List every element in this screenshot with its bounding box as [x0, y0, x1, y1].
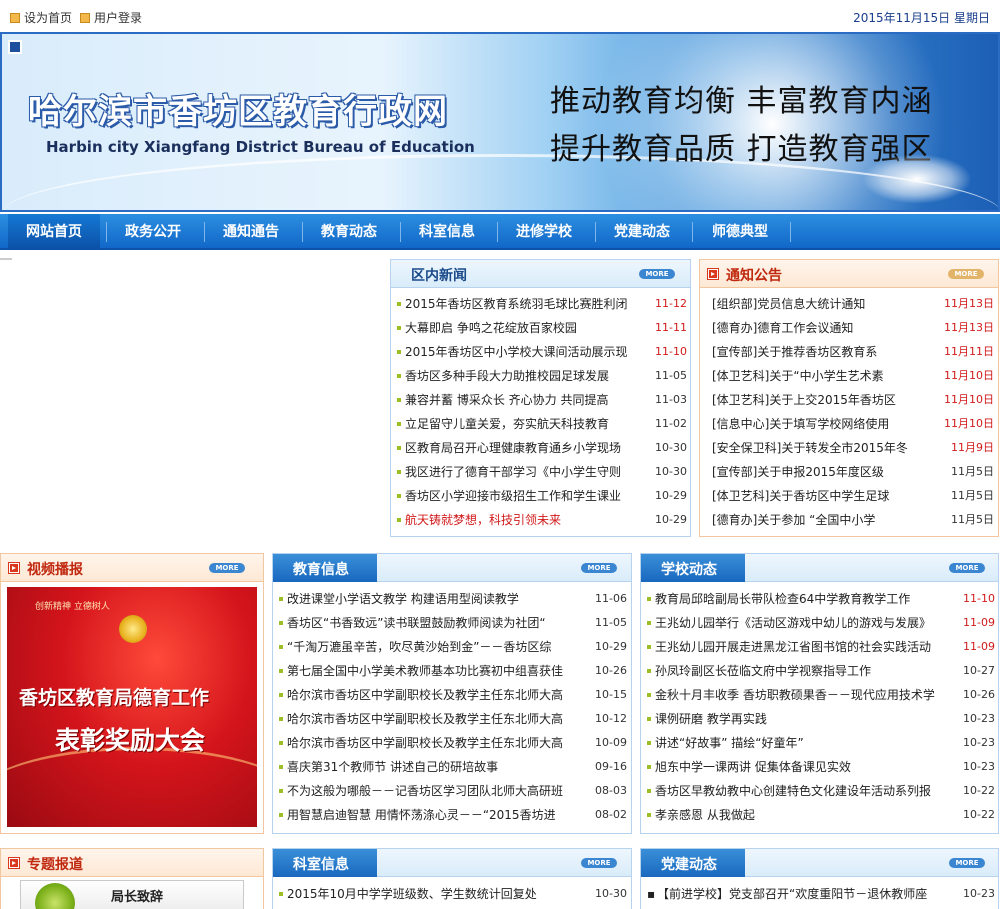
list-item[interactable]: 课例研磨 教学再实践 10-23 — [641, 707, 998, 731]
top-bar: 设为首页 用户登录 2015年11月15日 星期日 — [0, 0, 1000, 32]
list-item[interactable]: [组织部]党员信息大统计通知 11月13日 — [700, 292, 998, 316]
office-info-title: 科室信息 — [293, 857, 349, 873]
user-icon — [80, 13, 90, 23]
current-date: 2015年11月15日 星期日 — [853, 11, 990, 25]
list-item[interactable]: 哈尔滨市香坊区中学副职校长及教学主任东北师大高 10-15 — [273, 683, 631, 707]
list-item[interactable]: 王兆幼儿园开展走进黑龙江省图书馆的社会实践活动 11-09 — [641, 635, 998, 659]
list-item[interactable]: 立足留守儿童关爱，夯实航天科技教育 11-02 — [391, 412, 690, 436]
list-item[interactable]: 王兆幼儿园举行《活动区游戏中幼儿的游戏与发展》 11-09 — [641, 611, 998, 635]
list-item[interactable]: 第七届全国中小学美术教师基本功比赛初中组喜获佳 10-26 — [273, 659, 631, 683]
nav-home[interactable]: 网站首页 — [8, 214, 100, 250]
party-news-more-button[interactable]: MORE — [949, 858, 985, 868]
nav-training-school[interactable]: 进修学校 — [499, 214, 589, 250]
list-item[interactable]: 教育局邱晗副局长带队检查64中学教育教学工作 11-10 — [641, 587, 998, 611]
school-news-title: 学校动态 — [661, 562, 717, 578]
medal-icon — [119, 615, 147, 643]
notice-title: 通知公告 — [726, 268, 782, 284]
office-info-panel: 科室信息 MORE 2015年10月中学学班级数、学生数统计回复处 10-30 — [272, 848, 632, 909]
notice-more-button[interactable]: MORE — [948, 269, 984, 279]
nav-teacher-ethics[interactable]: 师德典型 — [694, 214, 786, 250]
list-item[interactable]: 孙凤玲副区长莅临文府中学视察指导工作 10-27 — [641, 659, 998, 683]
party-news-title: 党建动态 — [661, 857, 717, 873]
education-info-panel: 教育信息 MORE 改进课堂小学语文教学 构建语用型阅读教学 11-06 香坊区“… — [272, 553, 632, 834]
district-news-panel: 区内新闻 MORE 2015年香坊区教育系统羽毛球比赛胜利闭 11-12 大幕即启… — [390, 259, 691, 537]
notice-panel: 通知公告 MORE [组织部]党员信息大统计通知 11月13日 [德育办]德育工作… — [699, 259, 999, 537]
special-report-title: 专题报道 — [27, 857, 83, 873]
list-item[interactable]: ▪ 【前进学校】党支部召开“欢度重阳节－退休教师座 10-23 — [641, 882, 998, 906]
video-thumbnail[interactable]: 创新精神 立德树人 香坊区教育局德育工作 表彰奖励大会 — [7, 587, 257, 827]
office-info-more-button[interactable]: MORE — [581, 858, 617, 868]
list-item[interactable]: 用智慧启迪智慧 用情怀荡涤心灵－－“2015香坊进 08-02 — [273, 803, 631, 827]
list-item[interactable]: 哈尔滨市香坊区中学副职校长及教学主任东北师大高 10-09 — [273, 731, 631, 755]
site-banner: 哈尔滨市香坊区教育行政网 Harbin city Xiangfang Distr… — [0, 32, 1000, 212]
list-item[interactable]: [体卫艺科]关于上交2015年香坊区 11月10日 — [700, 388, 998, 412]
list-item[interactable]: 香坊区早教幼教中心创建特色文化建设年活动系列报 10-22 — [641, 779, 998, 803]
list-item[interactable]: [宣传部]关于申报2015年度区级 11月5日 — [700, 460, 998, 484]
user-login-link[interactable]: 用户登录 — [80, 9, 142, 26]
list-item[interactable]: [德育办]关于参加 “全国中小学 11月5日 — [700, 508, 998, 532]
list-item[interactable]: 区教育局召开心理健康教育通乡小学现场 10-30 — [391, 436, 690, 460]
list-item[interactable]: “千淘万漉虽辛苦，吹尽黄沙始到金”－－香坊区综 10-29 — [273, 635, 631, 659]
list-item[interactable]: 香坊区“书香致远”读书联盟鼓励教师阅读为社团“ 11-05 — [273, 611, 631, 635]
home-icon — [10, 13, 20, 23]
video-title: 视频播报 — [27, 562, 83, 578]
list-item[interactable]: [安全保卫科]关于转发全市2015年冬 11月9日 — [700, 436, 998, 460]
site-title: 哈尔滨市香坊区教育行政网 — [28, 92, 448, 132]
district-news-more-button[interactable]: MORE — [639, 269, 675, 279]
list-item[interactable]: 香坊区多种手段大力助推校园足球发展 11-05 — [391, 364, 690, 388]
school-news-panel: 学校动态 MORE 教育局邱晗副局长带队检查64中学教育教学工作 11-10 王兆… — [640, 553, 999, 834]
list-item[interactable]: [信息中心]关于填写学校网络使用 11月10日 — [700, 412, 998, 436]
list-item[interactable]: 喜庆第31个教师节 讲述自己的研培故事 09-16 — [273, 755, 631, 779]
district-news-title: 区内新闻 — [411, 268, 467, 284]
list-item[interactable]: 2015年香坊区中小学校大课间活动展示现 11-10 — [391, 340, 690, 364]
list-item[interactable]: 改进课堂小学语文教学 构建语用型阅读教学 11-06 — [273, 587, 631, 611]
notice-arrow-icon — [708, 269, 718, 279]
list-item[interactable]: [宣传部]关于推荐香坊区教育系 11月11日 — [700, 340, 998, 364]
list-item[interactable]: [体卫艺科]关于“中小学生艺术素 11月10日 — [700, 364, 998, 388]
set-homepage-link[interactable]: 设为首页 — [10, 9, 72, 26]
nav-government-affairs[interactable]: 政务公开 — [108, 214, 198, 250]
list-item[interactable]: 哈尔滨市香坊区中学副职校长及教学主任东北师大高 10-12 — [273, 707, 631, 731]
nav-notices[interactable]: 通知通告 — [206, 214, 296, 250]
party-news-panel: 党建动态 MORE ▪ 【前进学校】党支部召开“欢度重阳节－退休教师座 10-23 — [640, 848, 999, 909]
banner-corner-icon — [8, 40, 22, 54]
special-report-icon — [35, 883, 75, 909]
video-more-button[interactable]: MORE — [209, 563, 245, 573]
education-info-title: 教育信息 — [293, 562, 349, 578]
slogan-line-1: 推动教育均衡 丰富教育内涵 — [550, 84, 933, 119]
list-item[interactable]: [德育办]德育工作会议通知 11月13日 — [700, 316, 998, 340]
nav-education-news[interactable]: 教育动态 — [304, 214, 394, 250]
special-arrow-icon — [9, 858, 19, 868]
list-item[interactable]: 2015年香坊区教育系统羽毛球比赛胜利闭 11-12 — [391, 292, 690, 316]
list-item[interactable]: 孝亲感恩 从我做起 10-22 — [641, 803, 998, 827]
site-title-english: Harbin city Xiangfang District Bureau of… — [46, 138, 475, 156]
list-item[interactable]: 不为这般为哪般－－记香坊区学习团队北师大高研班 08-03 — [273, 779, 631, 803]
list-item[interactable]: 航天铸就梦想，科技引领未来 10-29 — [391, 508, 690, 532]
list-item[interactable]: [体卫艺科]关于香坊区中学生足球 11月5日 — [700, 484, 998, 508]
list-item[interactable]: 讲述“好故事” 描绘“好童年” 10-23 — [641, 731, 998, 755]
list-item[interactable]: 我区进行了德育干部学习《中小学生守则 10-30 — [391, 460, 690, 484]
list-item[interactable]: 香坊区小学迎接市级招生工作和学生课业 10-29 — [391, 484, 690, 508]
list-item[interactable]: 兼容并蓄 博采众长 齐心协力 共同提高 11-03 — [391, 388, 690, 412]
dove-icon — [862, 154, 972, 204]
list-item[interactable]: 旭东中学一课两讲 促集体备课见实效 10-23 — [641, 755, 998, 779]
list-item[interactable]: 金秋十月丰收季 香坊职教硕果香－－现代应用技术学 10-26 — [641, 683, 998, 707]
nav-party-building[interactable]: 党建动态 — [597, 214, 687, 250]
education-info-more-button[interactable]: MORE — [581, 563, 617, 573]
nav-office-info[interactable]: 科室信息 — [402, 214, 492, 250]
page: 设为首页 用户登录 2015年11月15日 星期日 哈尔滨市香坊区教育行政网 H… — [0, 0, 1000, 909]
school-news-more-button[interactable]: MORE — [949, 563, 985, 573]
director-speech-link[interactable]: 局长致辞 — [20, 880, 244, 909]
main-nav: 网站首页 政务公开 通知通告 教育动态 科室信息 进修学校 党建动态 师德典型 — [0, 214, 1000, 250]
video-arrow-icon — [9, 563, 19, 573]
list-item[interactable]: 大幕即启 争鸣之花绽放百家校园 11-11 — [391, 316, 690, 340]
list-item[interactable]: 2015年10月中学学班级数、学生数统计回复处 10-30 — [273, 882, 631, 906]
